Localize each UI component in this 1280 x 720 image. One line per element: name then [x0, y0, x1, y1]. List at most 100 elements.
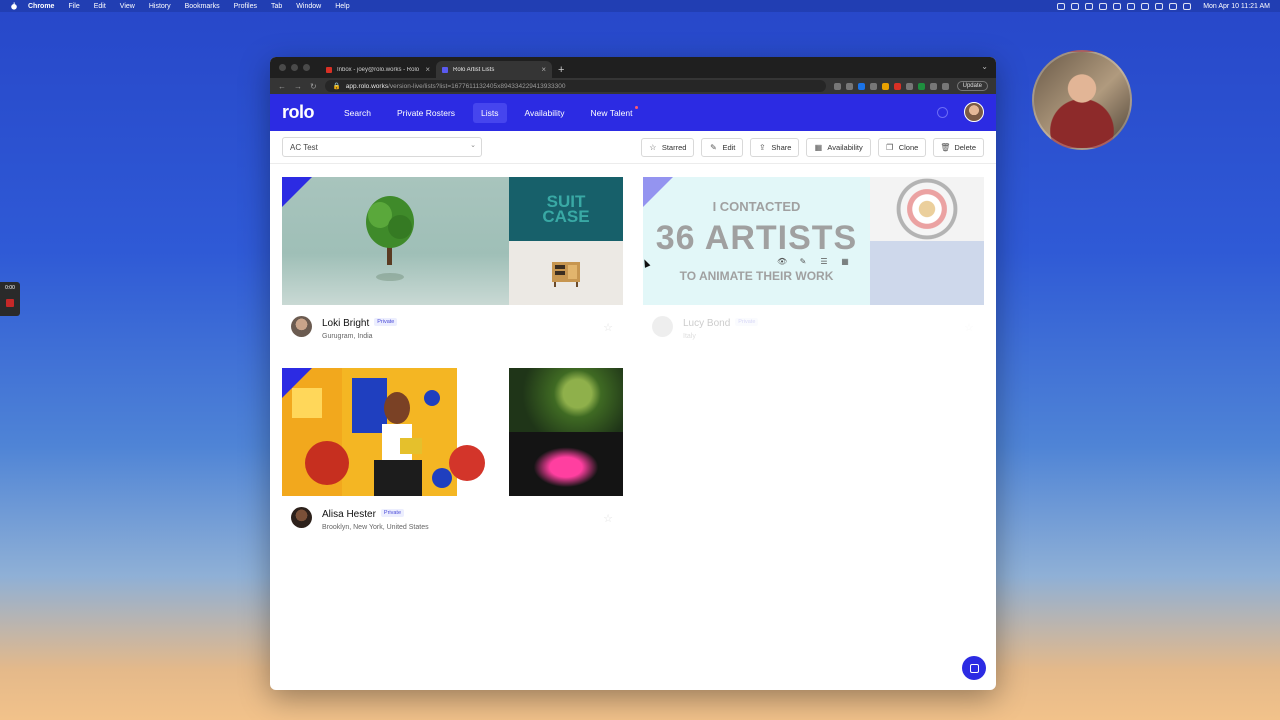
artist-name[interactable]: Alisa Hester [322, 509, 376, 520]
extension-icon[interactable] [929, 82, 937, 90]
artwork-thumb[interactable] [870, 177, 984, 241]
menu-bookmarks[interactable]: Bookmarks [185, 3, 220, 10]
tab-search-icon[interactable]: ⌄ [981, 62, 988, 71]
tray-icon[interactable] [1071, 2, 1080, 10]
new-tab-button[interactable]: + [558, 64, 564, 76]
delete-button[interactable]: 🗑 Delete [933, 138, 984, 157]
close-tab-icon[interactable]: × [541, 65, 546, 74]
tree-illustration [366, 196, 414, 281]
user-avatar[interactable] [964, 102, 984, 122]
chat-support-button[interactable] [962, 656, 986, 680]
availability-button[interactable]: ▦ Availability [806, 138, 871, 157]
share-icon[interactable] [833, 82, 841, 90]
tab-inbox[interactable]: Inbox - joey@rolo.works - Rolo × [320, 61, 436, 78]
wifi-icon[interactable] [1169, 2, 1178, 10]
minimize-window-button[interactable] [291, 64, 298, 71]
menu-profiles[interactable]: Profiles [234, 3, 257, 10]
menubar-clock[interactable]: Mon Apr 10 11:21 AM [1203, 3, 1270, 10]
artist-media[interactable] [282, 368, 623, 496]
rolo-logo[interactable]: rolo [282, 102, 315, 123]
share-button[interactable]: ⇪ Share [750, 138, 800, 157]
leaves-thumb[interactable] [509, 368, 623, 432]
tray-icon[interactable] [1113, 2, 1122, 10]
menu-window[interactable]: Window [296, 3, 321, 10]
artist-media[interactable]: SUIT CASE [282, 177, 623, 305]
menu-edit[interactable]: Edit [94, 3, 106, 10]
tab-rolo-artist-lists[interactable]: Rolo Artist Lists × [436, 61, 552, 78]
app-header: rolo Search Private Rosters Lists Availa… [270, 94, 996, 131]
update-button[interactable]: Update [956, 81, 988, 91]
edit-label: Edit [722, 143, 736, 152]
suitcase-thumb[interactable]: SUIT CASE [509, 177, 623, 241]
close-window-button[interactable] [279, 64, 286, 71]
tray-icon[interactable] [1085, 2, 1094, 10]
extension-icon[interactable] [917, 82, 925, 90]
close-tab-icon[interactable]: × [425, 65, 430, 74]
stop-recording-icon[interactable] [6, 299, 14, 307]
tray-icon[interactable] [1099, 2, 1108, 10]
extension-icon[interactable] [905, 82, 913, 90]
chat-icon [969, 663, 979, 673]
eye-icon[interactable]: 👁 [777, 257, 787, 266]
star-icon[interactable]: ☆ [603, 321, 613, 334]
nav-availability[interactable]: Availability [517, 103, 573, 123]
list-select[interactable]: AC Test ⌄ [282, 137, 482, 157]
artist-name[interactable]: Lucy Bond [683, 318, 730, 329]
artist-avatar[interactable] [291, 507, 312, 528]
menu-history[interactable]: History [149, 3, 171, 10]
tray-icon[interactable] [1141, 2, 1150, 10]
artwork-thumb[interactable] [870, 241, 984, 305]
artist-name[interactable]: Loki Bright [322, 318, 369, 329]
extension-icon[interactable] [869, 82, 877, 90]
artwork-image[interactable] [282, 177, 509, 305]
zoom-window-button[interactable] [303, 64, 310, 71]
extension-icon[interactable] [881, 82, 889, 90]
nav-new-talent[interactable]: New Talent [583, 103, 641, 123]
extensions-area [833, 82, 949, 90]
artist-card[interactable]: SUIT CASE Loki Bright Private Gurugram, I… [282, 177, 623, 348]
artist-avatar[interactable] [652, 316, 673, 337]
corner-ribbon [282, 177, 312, 207]
nav-private-rosters[interactable]: Private Rosters [389, 103, 463, 123]
star-icon[interactable]: ☆ [964, 321, 974, 334]
pencil-icon[interactable]: ✎ [798, 257, 808, 266]
extension-icon[interactable] [857, 82, 865, 90]
artwork-image[interactable] [282, 368, 509, 496]
cabinet-thumb[interactable] [509, 241, 623, 305]
clone-button[interactable]: ❐ Clone [877, 138, 927, 157]
tray-icon[interactable] [1127, 2, 1136, 10]
cabinet-illustration [552, 262, 580, 287]
artist-card[interactable]: I CONTACTED 36 ARTISTS TO ANIMATE THEIR … [643, 177, 984, 348]
star-icon[interactable]: ☆ [603, 512, 613, 525]
nav-search[interactable]: Search [336, 103, 379, 123]
bookmark-star-icon[interactable] [845, 82, 853, 90]
reload-icon[interactable]: ↻ [310, 82, 317, 91]
puzzle-icon[interactable] [941, 82, 949, 90]
menu-help[interactable]: Help [335, 3, 349, 10]
artwork-image[interactable]: I CONTACTED 36 ARTISTS TO ANIMATE THEIR … [643, 177, 870, 305]
nav-lists[interactable]: Lists [473, 102, 507, 123]
starred-button[interactable]: ☆ Starred [640, 138, 695, 157]
list-icon[interactable]: ☰ [819, 257, 829, 266]
menu-file[interactable]: File [68, 3, 79, 10]
menubar-app-name[interactable]: Chrome [28, 3, 54, 10]
back-icon[interactable]: ← [278, 82, 286, 91]
search-icon[interactable] [1183, 2, 1192, 10]
apple-icon[interactable] [10, 2, 18, 10]
address-bar[interactable]: 🔒 app.rolo.works /version-live/lists?lis… [324, 80, 826, 92]
tray-icon[interactable] [1155, 2, 1164, 10]
menu-view[interactable]: View [120, 3, 135, 10]
artist-media[interactable]: I CONTACTED 36 ARTISTS TO ANIMATE THEIR … [643, 177, 984, 305]
artist-card[interactable]: Alisa Hester Private Brooklyn, New York, … [282, 368, 623, 539]
tray-icon[interactable] [1057, 2, 1066, 10]
help-icon[interactable] [937, 107, 948, 118]
edit-button[interactable]: ✎ Edit [701, 138, 744, 157]
private-badge: Private [735, 317, 759, 326]
pink-figure-thumb[interactable] [509, 432, 623, 496]
recording-widget[interactable]: 0:00 [0, 282, 20, 316]
extension-icon[interactable] [893, 82, 901, 90]
menu-tab[interactable]: Tab [271, 3, 282, 10]
calendar-icon[interactable]: ▦ [840, 257, 850, 266]
artist-avatar[interactable] [291, 316, 312, 337]
forward-icon[interactable]: → [294, 82, 302, 91]
